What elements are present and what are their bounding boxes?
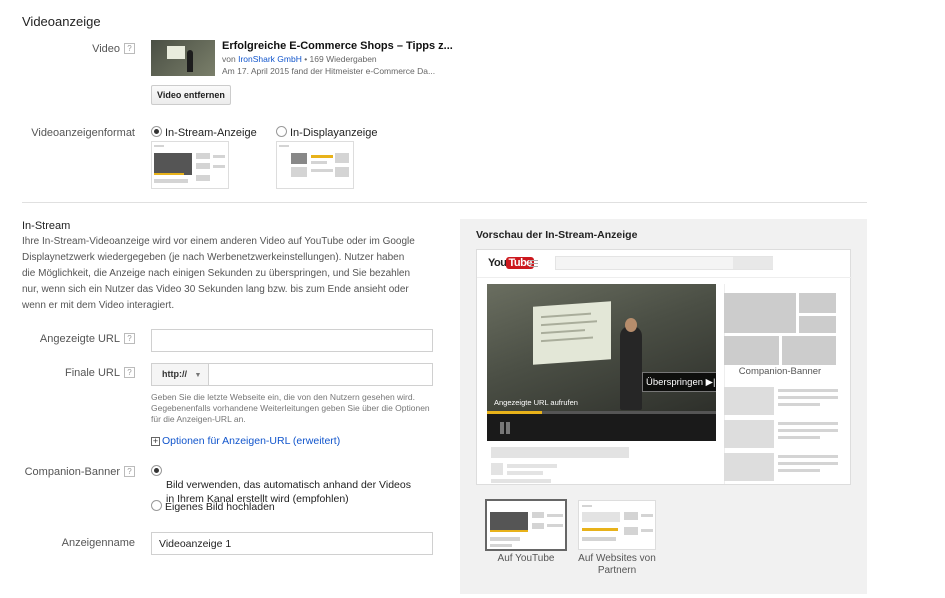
protocol-value: http:// (162, 369, 187, 379)
protocol-select[interactable]: http:// ▼ (151, 363, 209, 386)
video-label: Video (92, 43, 120, 55)
radio-empty-icon[interactable] (276, 126, 287, 137)
final-url-label: Finale URL (64, 367, 120, 379)
menu-icon (529, 260, 538, 267)
video-meta: von IronShark GmbH • 169 Wiedergaben (222, 54, 377, 64)
companion-option-upload[interactable]: Eigenes Bild hochladen (151, 500, 275, 513)
instream-description: Ihre In-Stream-Videoanzeige wird vor ein… (22, 236, 415, 311)
video-player-mock: Überspringen ▶| Angezeigte URL aufrufen (487, 284, 716, 441)
format-instream-label: In-Stream-Anzeige (165, 127, 257, 139)
advanced-url-options-link[interactable]: + Optionen für Anzeigen-URL (erweitert) (151, 435, 340, 447)
instream-heading: In-Stream (22, 220, 71, 232)
help-icon[interactable]: ? (124, 333, 135, 344)
skip-ad-button[interactable]: Überspringen ▶| (642, 372, 716, 392)
remove-video-button[interactable]: Video entfernen (151, 85, 231, 105)
final-url-hint: Geben Sie die letzte Webseite ein, die v… (151, 392, 430, 424)
sidebar-video-list-mock (724, 387, 844, 482)
companion-label-row: Companion-Banner? (0, 466, 135, 478)
help-icon[interactable]: ? (124, 367, 135, 378)
radio-selected-icon[interactable] (151, 465, 162, 476)
video-by-prefix: von (222, 54, 239, 64)
visit-advertiser-label[interactable]: Angezeigte URL aufrufen (494, 398, 578, 407)
radio-empty-icon[interactable] (151, 500, 162, 511)
page-title: Videoanzeige (22, 14, 101, 29)
preview-tab-partners-label[interactable]: Auf Websites von Partnern (574, 553, 660, 577)
format-option-display[interactable]: In-Displayanzeige (276, 126, 377, 139)
companion-label: Companion-Banner (24, 466, 120, 478)
youtube-page-mock: You Tube Überspringen ▶| Angezeigte URL a… (476, 249, 852, 485)
video-title[interactable]: Erfolgreiche E-Commerce Shops – Tipps z.… (222, 40, 453, 52)
advanced-link-label: Optionen für Anzeigen-URL (erweitert) (162, 435, 341, 447)
companion-banner-mock (724, 293, 836, 368)
preview-tab-youtube[interactable] (485, 499, 567, 551)
ad-progress-bar (487, 411, 716, 414)
view-count: • 169 Wiedergaben (301, 54, 377, 64)
pause-icon[interactable] (499, 422, 511, 434)
help-icon[interactable]: ? (124, 466, 135, 477)
display-format-thumbnail[interactable] (276, 141, 354, 189)
preview-panel: Vorschau der In-Stream-Anzeige YouTube (460, 219, 867, 594)
companion-banner-label: Companion-Banner (738, 366, 822, 377)
preview-title: Vorschau der In-Stream-Anzeige (476, 229, 638, 241)
section-divider (22, 202, 867, 203)
preview-tab-youtube-label[interactable]: Auf YouTube (485, 553, 567, 564)
format-option-instream[interactable]: In-Stream-Anzeige (151, 126, 257, 139)
help-icon[interactable]: ? (124, 43, 135, 54)
video-thumbnail[interactable] (151, 40, 215, 76)
preview-tab-partners[interactable] (578, 500, 656, 550)
radio-selected-icon[interactable] (151, 126, 162, 137)
channel-link[interactable]: IronShark GmbH (238, 54, 302, 64)
final-url-input[interactable] (208, 363, 433, 386)
instream-format-thumbnail[interactable] (151, 141, 229, 189)
final-url-label-row: Finale URL? (0, 367, 135, 379)
youtube-logo: You Tube (488, 257, 534, 269)
dropdown-arrow-icon: ▼ (194, 372, 202, 379)
display-url-label: Angezeigte URL (39, 333, 120, 345)
companion-upload-label: Eigenes Bild hochladen (165, 501, 275, 513)
format-label: Videoanzeigenformat (31, 127, 135, 139)
video-description: Am 17. April 2015 fand der Hitmeister e-… (222, 66, 436, 76)
ad-name-label: Anzeigenname (61, 537, 135, 549)
display-url-input[interactable] (151, 329, 433, 352)
expand-plus-icon: + (151, 436, 160, 446)
display-url-label-row: Angezeigte URL? (0, 333, 135, 345)
format-display-label: In-Displayanzeige (290, 127, 378, 139)
presentation-screen (533, 301, 611, 365)
presenter (620, 326, 642, 410)
ad-name-input[interactable] (151, 532, 433, 555)
logo-you: You (488, 257, 507, 269)
video-label-row: Video? (0, 43, 135, 55)
